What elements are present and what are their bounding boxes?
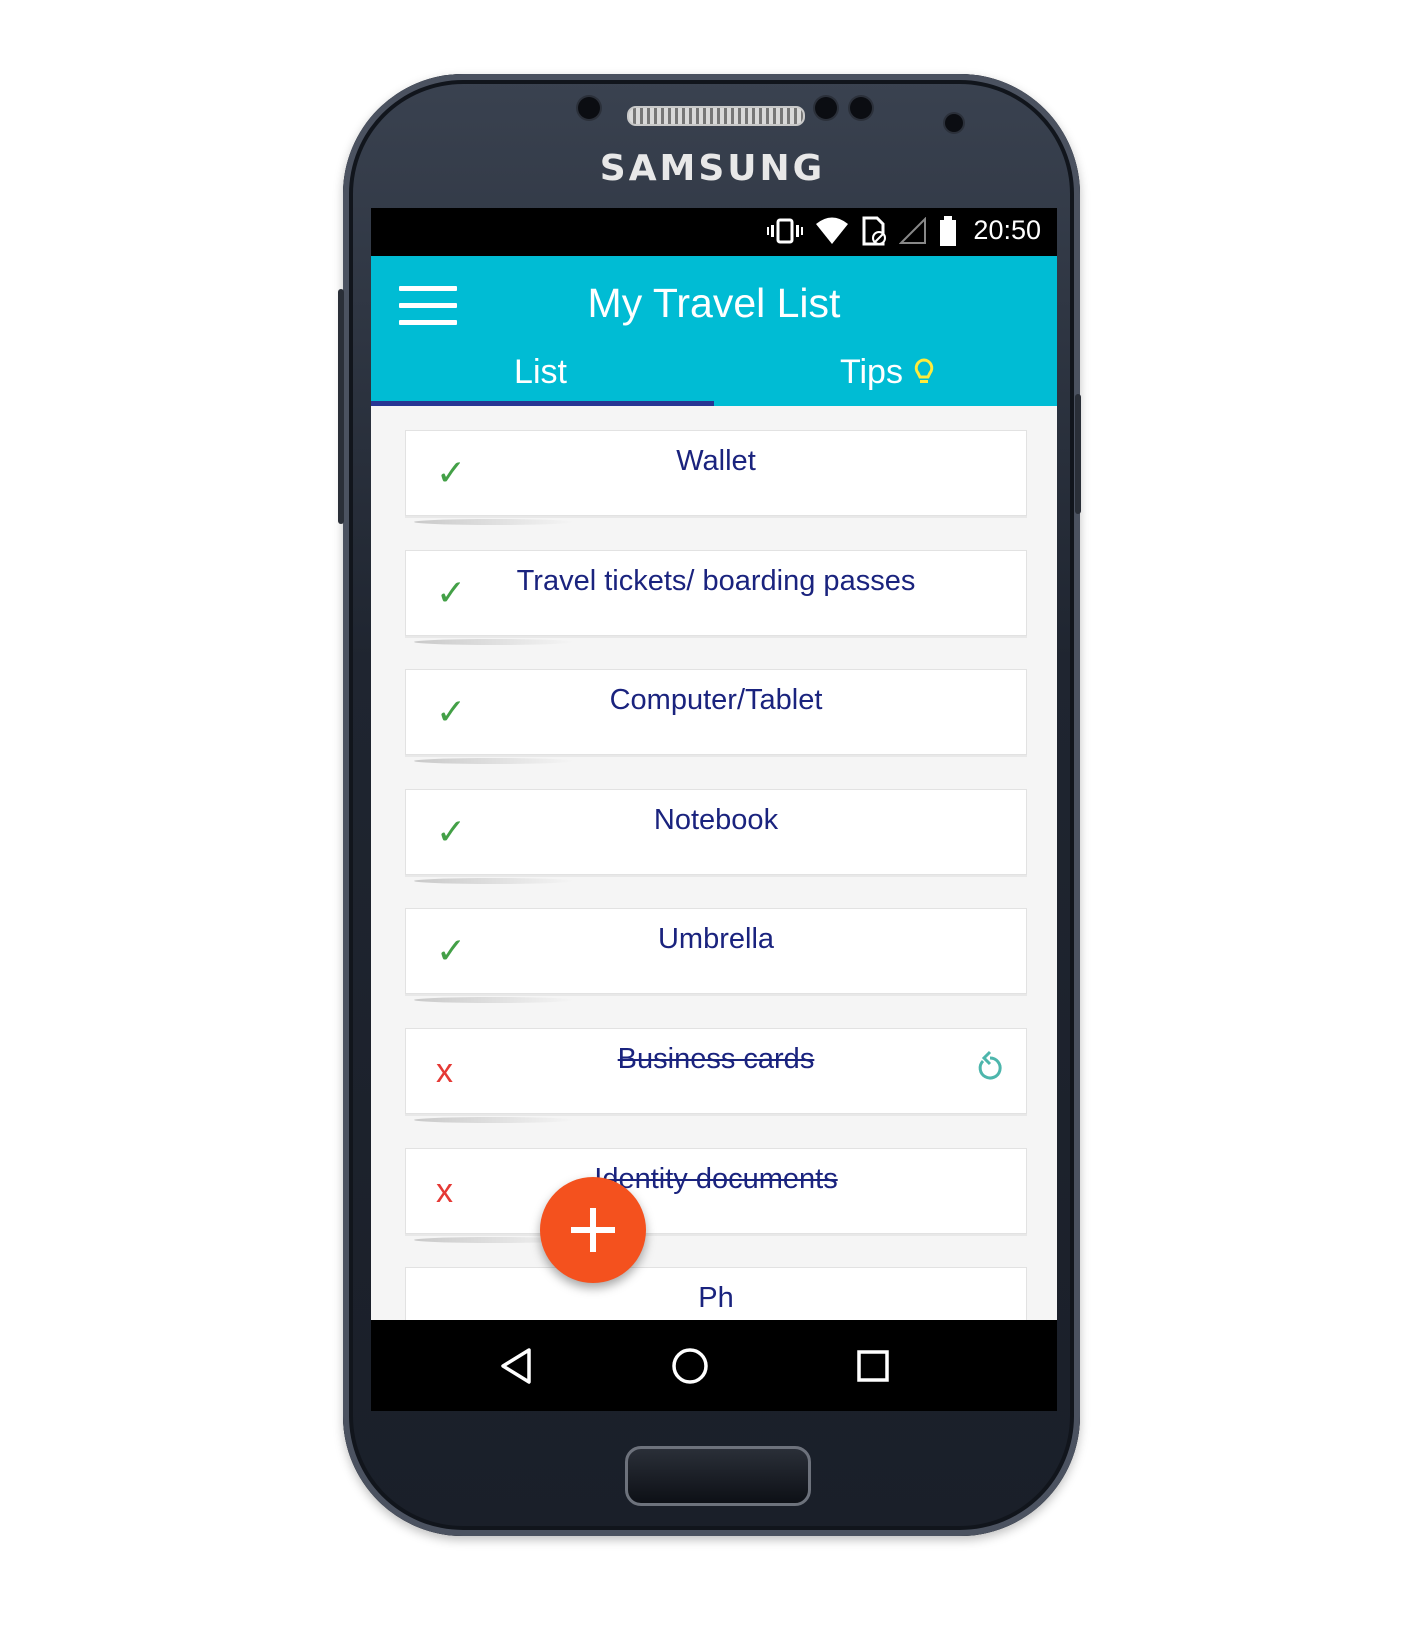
travel-list: ✓ Wallet ✓ Travel tickets/ boarding pass…: [371, 406, 1057, 1320]
wifi-icon: [816, 217, 849, 244]
item-label: Computer/Tablet: [609, 684, 823, 716]
check-icon[interactable]: ✓: [436, 453, 466, 493]
lightbulb-icon: [914, 358, 934, 383]
item-label: Business cards: [617, 1043, 815, 1075]
app-title: My Travel List: [587, 280, 841, 326]
tab-list[interactable]: List: [371, 348, 714, 406]
check-icon[interactable]: ✓: [436, 931, 466, 971]
signal-icon: [899, 216, 927, 244]
list-item[interactable]: x Identity documents: [405, 1148, 1027, 1243]
tab-tips[interactable]: Tips: [714, 348, 1057, 406]
brand-logo: SAMSUNG: [599, 148, 826, 189]
back-icon[interactable]: [495, 1344, 539, 1388]
vibrate-icon: [767, 218, 804, 243]
item-label: Travel tickets/ boarding passes: [516, 565, 916, 597]
item-label: Umbrella: [657, 923, 775, 955]
item-label: Identity documents: [594, 1163, 838, 1195]
list-item[interactable]: ✓ Computer/Tablet: [405, 669, 1027, 764]
tab-list-label: List: [514, 353, 567, 391]
check-icon[interactable]: ✓: [436, 573, 466, 613]
status-clock: 20:50: [973, 215, 1041, 245]
light-sensor: [850, 97, 872, 119]
undo-icon[interactable]: [972, 1049, 1008, 1085]
check-icon[interactable]: ✓: [436, 812, 466, 852]
list-item[interactable]: ✓ Umbrella: [405, 908, 1027, 1003]
volume-side-button: [1075, 394, 1081, 514]
power-side-button: [338, 289, 344, 524]
screen: 20:50 My Travel List List Tips ✓ Wallet …: [371, 208, 1057, 1411]
proximity-sensor: [815, 97, 837, 119]
cross-icon[interactable]: x: [436, 1051, 453, 1091]
item-label: Notebook: [653, 804, 779, 836]
item-label: Ph: [698, 1282, 734, 1314]
status-bar: 20:50: [371, 208, 1057, 256]
recents-icon[interactable]: [851, 1344, 895, 1388]
status-icons: 20:50: [767, 215, 1041, 246]
add-item-button[interactable]: [540, 1177, 646, 1283]
list-item[interactable]: ✓ Wallet: [405, 430, 1027, 525]
battery-icon: [940, 215, 957, 246]
app-bar: My Travel List List Tips: [371, 256, 1057, 406]
front-sensor: [578, 97, 600, 119]
list-item[interactable]: Ph: [405, 1267, 1027, 1320]
item-label: Wallet: [676, 445, 756, 477]
check-icon[interactable]: ✓: [436, 692, 466, 732]
list-item[interactable]: ✓ Notebook: [405, 789, 1027, 884]
earpiece-speaker: [627, 106, 805, 126]
cross-icon[interactable]: x: [436, 1171, 453, 1211]
navigation-bar: [371, 1320, 1057, 1411]
home-icon[interactable]: [668, 1344, 712, 1388]
list-item[interactable]: ✓ Travel tickets/ boarding passes: [405, 550, 1027, 645]
list-item[interactable]: x Business cards: [405, 1028, 1027, 1123]
tab-bar: List Tips: [371, 348, 1057, 406]
sim-card-icon: [862, 216, 887, 245]
tab-tips-label: Tips: [840, 353, 903, 391]
hardware-home-key[interactable]: [625, 1446, 811, 1506]
front-camera: [945, 114, 963, 132]
